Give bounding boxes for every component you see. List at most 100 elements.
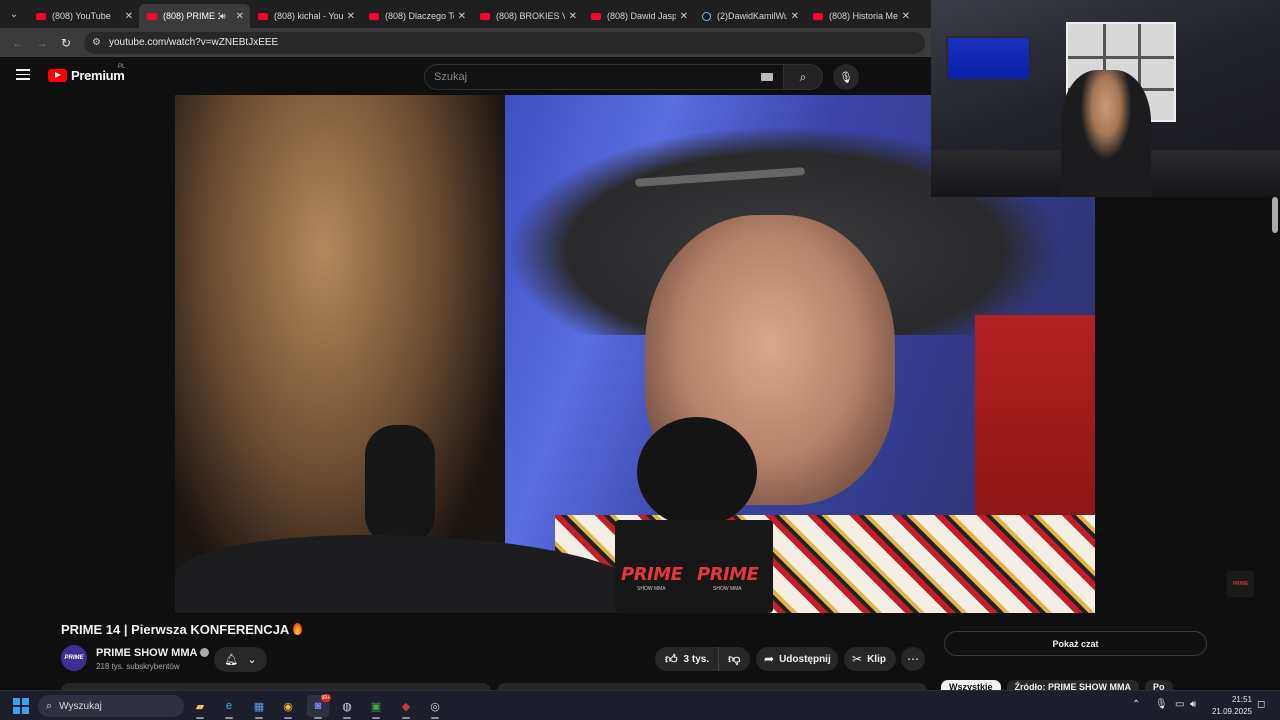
tab-close-icon[interactable]: ✕ [569,11,577,22]
fire-emoji-icon [293,623,303,635]
youtube-favicon-icon [147,12,157,20]
browser-tab[interactable]: (808) YouTube ✕ [28,4,139,28]
browser-tab[interactable]: (808) PRIME 1 🔊︎ ✕ [139,4,250,28]
forward-icon[interactable]: → [30,31,54,55]
browser-tab[interactable]: (808) BROKIES VS ✕ [472,4,583,28]
youtube-favicon-icon [369,12,379,20]
tray-chevron-up-icon[interactable]: ⌃ [1132,699,1140,710]
browser-tab-strip: ⌄ (808) YouTube ✕ (808) PRIME 1 🔊︎ ✕ (808) ki… [0,0,931,28]
taskbar-chrome-icon[interactable]: ◉ [277,695,299,719]
video-left-microphone [365,425,435,545]
tab-close-icon[interactable]: ✕ [347,11,355,22]
taskbar-steam-icon[interactable]: ◍ [336,695,358,719]
keyboard-icon[interactable] [761,73,773,81]
running-indicator [284,717,292,719]
microphone-icon[interactable]: 🎙︎ [1155,699,1168,710]
page-scrollbar[interactable] [1272,197,1278,233]
taskbar-search[interactable]: ⌕ Wyszukaj [38,695,184,717]
tab-audio-icon[interactable]: 🔊︎ [220,11,226,22]
webcam-overlay [931,0,1280,197]
clip-label: Klip [867,653,886,665]
url-text: youtube.com/watch?v=wZNEBtJxEEE [108,37,279,48]
related-filter-chips: Wszystkie Źródło: PRIME SHOW MMA Po [941,680,1271,690]
channel-name[interactable]: PRIME SHOW MMA [96,647,210,659]
taskbar-file-explorer-icon[interactable]: ▰ [189,695,211,719]
notification-bell-icon[interactable]: ◻ [1257,699,1265,710]
tab-title: (808) YouTube [52,11,111,21]
browser-tab[interactable]: (808) Dlaczego Te ✕ [361,4,472,28]
system-clock[interactable]: 21:51 21.09.2025 [1208,694,1252,718]
channel-watermark[interactable]: PRIME [1227,571,1254,597]
youtube-favicon-icon [591,12,601,20]
video-title: PRIME 14 | Pierwsza KONFERENCJA [61,622,303,637]
tab-close-icon[interactable]: ✕ [902,11,910,22]
reload-icon[interactable]: ↻ [54,31,78,55]
scissors-icon: ✂ [852,652,863,666]
running-indicator [314,717,322,719]
browser-tab[interactable]: (2)DawidKamilWu ✕ [694,4,805,28]
tab-close-icon[interactable]: ✕ [125,11,133,22]
windows-start-icon[interactable] [13,698,29,714]
screen: ⌄ (808) YouTube ✕ (808) PRIME 1 🔊︎ ✕ (808) ki… [0,0,1280,720]
show-chat-button[interactable]: Pokaż czat [944,631,1207,656]
browser-toolbar: ← → ↻ ⚙ youtube.com/watch?v=wZNEBtJxEEE [0,28,931,57]
channel-avatar[interactable]: PRIME [61,645,87,671]
like-button[interactable]: 👍︎ 3 tys. [655,647,720,671]
tab-title: (808) Historia Me [829,11,898,21]
clock-time: 21:51 [1231,695,1252,704]
youtube-logo[interactable]: Premium PL [48,64,125,83]
browser-tab[interactable]: (808) Dawid Jaspe ✕ [583,4,694,28]
filter-chip[interactable]: Źródło: PRIME SHOW MMA [1006,680,1140,690]
video-microphone-flag: PRIME PRIME SHOW MMA SHOW MMA [615,520,773,613]
clip-button[interactable]: ✂ Klip [844,647,896,671]
filter-chip[interactable]: Wszystkie [941,680,1001,690]
site-info-icon[interactable]: ⚙ [92,37,101,48]
tab-close-icon[interactable]: ✕ [791,11,799,22]
file-explorer-glyph: ▰ [195,700,205,713]
tab-title: (808) Dawid Jaspe [607,11,676,21]
tab-title: (808) Dlaczego Te [385,11,454,21]
back-icon[interactable]: ← [6,31,30,55]
youtube-favicon-icon [480,12,490,20]
store-glyph: ▦ [253,700,265,713]
share-button[interactable]: ➦ Udostępnij [756,647,838,671]
running-indicator [343,717,351,719]
search-placeholder: Szukaj [434,71,468,83]
tab-search-chevron-icon[interactable]: ⌄ [0,0,28,28]
browser-tab[interactable]: (808) kichal - You ✕ [250,4,361,28]
network-icon[interactable]: ▭ [1175,699,1184,710]
app-circle-glyph: ◎ [430,700,440,713]
more-actions-button[interactable]: ⋯ [901,647,925,671]
search-icon: ⌕ [46,699,53,712]
app-red-glyph: ◆ [401,700,411,713]
voice-search-button[interactable]: 🎙 [833,64,859,90]
taskbar-app-red-icon[interactable]: ◆ [395,695,417,719]
taskbar-xbox-icon[interactable]: ▣ [365,695,387,719]
edge-glyph: e [225,700,233,712]
taskbar-edge-icon[interactable]: e [218,695,240,719]
dislike-button[interactable]: 👎︎ [719,652,740,667]
chevron-down-icon: ⌄ [247,654,257,666]
subscriber-count: 218 tys. subskrybentów [96,662,180,671]
tab-title: (808) kichal - You [274,11,343,21]
volume-icon[interactable]: 🔊︎ [1190,699,1196,710]
taskbar-store-icon[interactable]: ▦ [248,695,270,719]
taskbar-app-circle-icon[interactable]: ◎ [424,695,446,719]
tab-close-icon[interactable]: ✕ [680,11,688,22]
menu-icon[interactable] [16,69,30,80]
webcam-streamer [1061,70,1151,197]
verified-icon [200,648,210,657]
notifications-button[interactable]: 🔔︎ ⌄ [214,647,267,672]
search-input[interactable]: Szukaj [424,64,784,90]
share-label: Udostępnij [779,653,831,665]
address-bar[interactable]: ⚙ youtube.com/watch?v=wZNEBtJxEEE [84,31,925,54]
tab-close-icon[interactable]: ✕ [236,11,244,22]
taskbar-discord-icon[interactable]: ◙ 99+ [307,694,331,719]
like-dislike-group: 👍︎ 3 tys. 👎︎ [655,647,750,671]
video-microphone-foam [637,417,757,527]
tab-close-icon[interactable]: ✕ [458,11,466,22]
microphone-icon: 🎙 [839,71,853,84]
browser-tab[interactable]: (808) Historia Me ✕ [805,4,916,28]
filter-chip[interactable]: Po [1145,680,1173,690]
search-button[interactable]: ⌕ [783,64,823,90]
